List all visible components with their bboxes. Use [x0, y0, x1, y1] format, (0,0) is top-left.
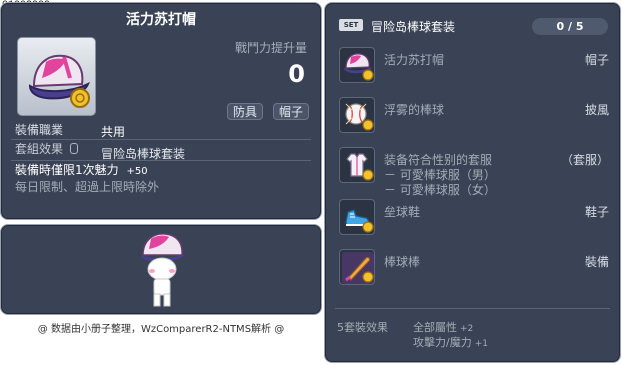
item-title: 活力苏打帽 [126, 12, 196, 28]
category-tag-armor: 防具 [227, 103, 264, 120]
set-item-slot [339, 97, 375, 133]
set-item-name: 浮雾的棒球 [384, 103, 445, 117]
set-item-kind: 鞋子 [584, 205, 609, 219]
set-item-slot [339, 47, 375, 83]
set-info-panel: SET 冒险岛棒球套装 0 / 5 活力苏打帽 帽子 浮雾的棒球 披風 装备符合… [324, 2, 621, 363]
set-item-kind: 裝備 [584, 255, 609, 269]
bat-icon [342, 252, 374, 284]
set-bonus-label: 5套裝效果 [337, 321, 388, 334]
item-icon-frame [17, 37, 96, 116]
set-item[interactable]: 垒球鞋 鞋子 [337, 195, 609, 245]
set-bonus-value: +2 [460, 324, 474, 334]
set-item[interactable]: 装备符合性别的套服 （套服） － 可愛棒球服（男） － 可愛棒球服（女） [337, 143, 609, 197]
power-increase-label: 戰鬥力提升量 [234, 41, 307, 55]
set-item-name: 垒球鞋 [384, 205, 421, 219]
charm-limit-note: 每日限制、超過上限時除外 [15, 180, 160, 194]
set-item-name: 棒球棒 [384, 255, 421, 269]
category-tag-hat: 帽子 [273, 103, 310, 120]
divider [11, 139, 311, 140]
set-item-list: 活力苏打帽 帽子 浮雾的棒球 披風 装备符合性别的套服 （套服） － 可愛棒球服… [337, 43, 609, 295]
set-item-slot [339, 199, 375, 235]
avatar-preview [141, 233, 185, 307]
set-item-kind: （套服） [560, 153, 609, 167]
set-name: 冒险岛棒球套装 [371, 20, 456, 34]
divider [335, 308, 610, 309]
data-credit: @ 数据由小册子整理，WzComparerR2-NTMS解析 @ [37, 324, 285, 335]
set-item[interactable]: 活力苏打帽 帽子 [337, 43, 609, 93]
set-bonus-text: 全部屬性 [413, 321, 457, 334]
set-effect-label: 套組效果 [15, 142, 64, 156]
set-bonus-value: +1 [474, 339, 488, 349]
set-badge: SET [339, 19, 363, 31]
set-bonus-line: 全部屬性 +2 [413, 319, 473, 335]
charm-limit-text: 裝備時僅限1次魅力 [15, 163, 119, 177]
uniform-icon [346, 153, 374, 181]
charm-limit-line: 裝備時僅限1次魅力 +50 [15, 163, 148, 179]
job-value: 共用 [101, 125, 126, 139]
shoe-icon [345, 209, 374, 233]
set-item-slot [339, 249, 375, 285]
set-item-name: 活力苏打帽 [384, 53, 445, 67]
cap-icon [28, 54, 90, 108]
item-tooltip-panel: 活力苏打帽 戰鬥力提升量 0 防具 帽子 裝備職業 共用 套組效果 冒险岛棒球套… [0, 2, 322, 220]
divider [11, 160, 311, 161]
baseball-icon [345, 103, 374, 131]
set-item-kind: 帽子 [584, 53, 609, 67]
set-count: 0 / 5 [532, 18, 608, 35]
cap-icon [344, 53, 374, 81]
set-item-slot [339, 147, 375, 183]
power-increase-value: 0 [288, 60, 305, 88]
charm-limit-value: +50 [126, 166, 148, 177]
set-item-kind: 披風 [584, 103, 609, 117]
avatar-preview-panel [0, 224, 322, 315]
job-label: 裝備職業 [15, 123, 64, 137]
set-info-icon[interactable] [70, 143, 78, 154]
set-bonus-text: 攻擊力/魔力 [413, 336, 472, 349]
set-bonus-line: 攻擊力/魔力 +1 [413, 334, 488, 350]
set-item[interactable]: 浮雾的棒球 披風 [337, 93, 609, 143]
set-item[interactable]: 棒球棒 裝備 [337, 245, 609, 295]
